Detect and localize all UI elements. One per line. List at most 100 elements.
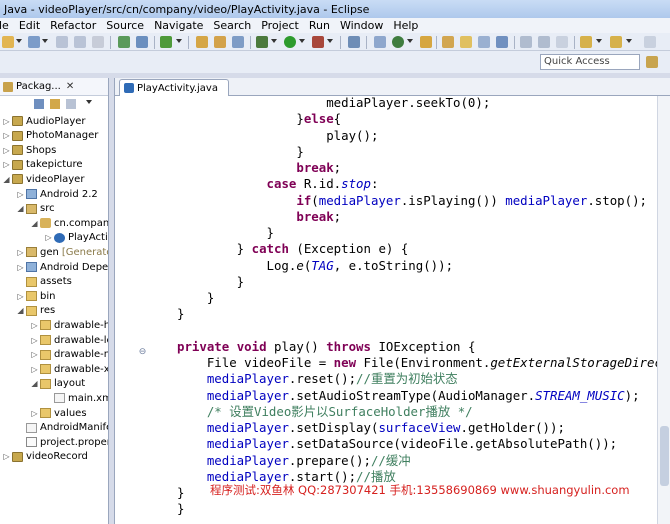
vertical-scrollbar[interactable] [657,96,670,524]
download-icon[interactable] [118,36,130,48]
debug-icon[interactable] [256,36,268,48]
tree-item[interactable]: ▷ Android Deper [17,260,108,274]
collapse-icon[interactable]: ◢ [3,175,10,184]
tree-item[interactable]: main.xm [45,391,108,405]
tree-item[interactable]: ▷ drawable-xl [31,362,108,376]
expand-icon[interactable]: ▷ [17,292,24,301]
menu-file[interactable]: le [0,19,9,32]
expand-icon[interactable]: ▷ [3,452,10,461]
menu-edit[interactable]: Edit [19,19,40,32]
sdk-manager-icon[interactable] [136,36,148,48]
chevron-down-icon[interactable] [16,39,22,43]
tree-item[interactable]: ◢ layout [31,377,85,391]
last-edit-icon[interactable] [556,36,568,48]
expand-icon[interactable]: ▷ [31,321,38,330]
collapse-icon[interactable]: ◢ [31,219,38,228]
expand-icon[interactable]: ▷ [17,190,24,199]
run-icon[interactable] [284,36,296,48]
collapse-icon[interactable]: ◢ [17,306,24,315]
ant-icon[interactable] [420,36,432,48]
expand-icon[interactable]: ▷ [3,146,10,155]
java-perspective-icon[interactable] [646,56,658,68]
search-icon[interactable] [232,36,244,48]
minimize-icon[interactable] [66,99,76,109]
expand-icon[interactable]: ▷ [3,117,10,126]
menu-run[interactable]: Run [309,19,330,32]
pin-icon[interactable] [496,36,508,48]
menu-navigate[interactable]: Navigate [154,19,203,32]
more-icon[interactable] [644,36,656,48]
chevron-down-icon[interactable] [299,39,305,43]
pencil-icon[interactable] [460,36,472,48]
new-wizard-icon[interactable] [28,36,40,48]
expand-icon[interactable]: ▷ [31,336,38,345]
chevron-down-icon[interactable] [271,39,277,43]
collapse-icon[interactable]: ◢ [31,379,38,388]
checkbox-icon[interactable] [160,36,172,48]
tree-item[interactable]: ▷ PhotoManager [3,129,98,143]
menu-help[interactable]: Help [393,19,418,32]
chevron-down-icon[interactable] [407,39,413,43]
expand-icon[interactable]: ▷ [3,160,10,169]
new-icon[interactable] [2,36,14,48]
tree-item[interactable]: ▷ gen [Generate [17,245,108,259]
tree-item[interactable]: ◢ res [17,304,55,318]
tree-item[interactable]: ▷ takepicture [3,158,82,172]
package-explorer-tab[interactable]: Packag... ✕ [0,78,108,96]
tree-item[interactable]: ▷ AudioPlayer [3,114,85,128]
open-resource-icon[interactable] [442,36,454,48]
chevron-down-icon[interactable] [596,39,602,43]
expand-icon[interactable]: ▷ [3,131,10,140]
quick-access-input[interactable]: Quick Access [540,54,640,70]
tree-item[interactable]: ▷ bin [17,289,55,303]
chevron-down-icon[interactable] [176,39,182,43]
open-folder-icon[interactable] [196,36,208,48]
tree-item[interactable]: ▷ values [31,406,86,420]
scrollbar-thumb[interactable] [660,426,669,486]
tree-item[interactable]: assets [17,275,72,289]
menu-refactor[interactable]: Refactor [50,19,96,32]
expand-icon[interactable]: ▷ [31,365,38,374]
expand-icon[interactable]: ▷ [17,248,24,257]
collapse-all-icon[interactable] [34,99,44,109]
tree-item[interactable]: ▷ Android 2.2 [17,187,97,201]
collapse-icon[interactable]: ◢ [17,204,24,213]
coverage-icon[interactable] [392,36,404,48]
task-icon[interactable] [478,36,490,48]
expand-icon[interactable]: ▷ [17,263,24,272]
forward-icon[interactable] [610,36,622,48]
tree-item[interactable]: ▷ drawable-lc [31,333,108,347]
menu-source[interactable]: Source [106,19,144,32]
expand-icon[interactable]: ▷ [45,233,52,242]
save-icon[interactable] [56,36,68,48]
expand-icon[interactable]: ▷ [31,409,38,418]
editor-tab-playactivity[interactable]: PlayActivity.java [119,79,229,96]
chevron-down-icon[interactable] [327,39,333,43]
tree-item[interactable]: ◢ src [17,202,54,216]
next-annotation-icon[interactable] [520,36,532,48]
print-icon[interactable] [92,36,104,48]
tree-item[interactable]: ◢ videoPlayer [3,172,84,186]
fold-collapse-icon[interactable]: ⊖ [138,348,147,357]
tree-item[interactable]: ▷ PlayActiv [45,231,108,245]
tree-item[interactable]: ▷ videoRecord [3,450,87,464]
external-tools-icon[interactable] [312,36,324,48]
tree-item[interactable]: AndroidManife [17,421,108,435]
tree-item[interactable]: project.proper [17,435,108,449]
tree-item[interactable]: ▷ drawable-m [31,348,108,362]
tree-item[interactable]: ◢ cn.company [31,216,108,230]
chevron-down-icon[interactable] [626,39,632,43]
menu-window[interactable]: Window [340,19,383,32]
link-with-editor-icon[interactable] [50,99,60,109]
view-menu-icon[interactable] [86,100,92,104]
brush-icon[interactable] [348,36,360,48]
menu-search[interactable]: Search [213,19,251,32]
prev-annotation-icon[interactable] [538,36,550,48]
back-icon[interactable] [580,36,592,48]
open-type-icon[interactable] [214,36,226,48]
close-icon[interactable]: ✕ [66,81,74,92]
tree-item[interactable]: ▷ Shops [3,143,56,157]
save-all-icon[interactable] [74,36,86,48]
grid-icon[interactable] [374,36,386,48]
tree-item[interactable]: ▷ drawable-h [31,318,108,332]
